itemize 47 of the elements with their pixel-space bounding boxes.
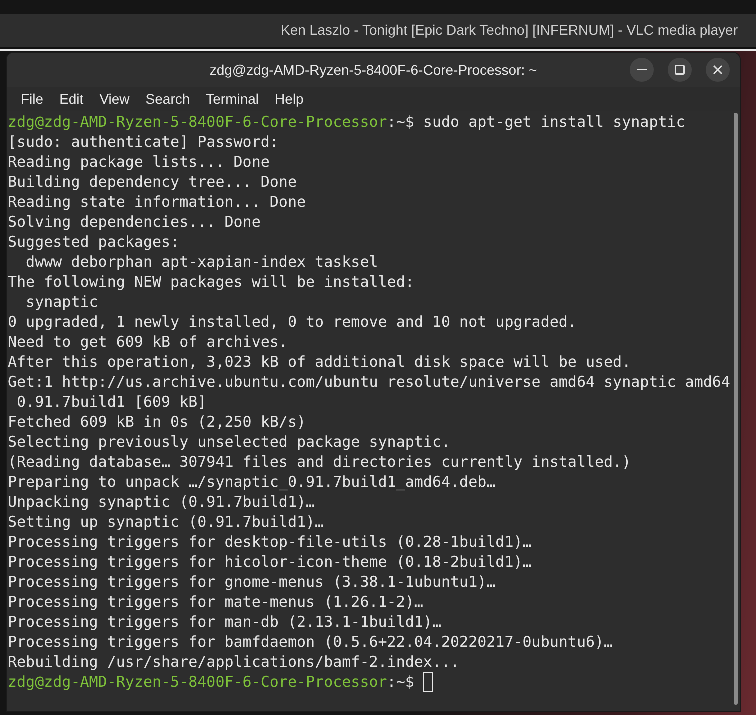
output-line: Reading state information... Done bbox=[8, 192, 306, 212]
output-line: 0 upgraded, 1 newly installed, 0 to remove and 10 not upgraded. bbox=[8, 312, 577, 332]
output-line: Selecting previously unselected package synaptic. bbox=[8, 432, 451, 452]
output-line: dwww deborphan apt-xapian-index tasksel bbox=[25, 252, 378, 272]
output-line: Processing triggers for man-db (2.13.1-1build1)… bbox=[8, 612, 442, 632]
menu-item[interactable]: Help bbox=[267, 88, 312, 110]
command-text: sudo apt-get install synaptic bbox=[422, 112, 686, 132]
output-line: The following NEW packages will be installed: bbox=[8, 272, 414, 292]
close-icon bbox=[713, 65, 723, 75]
prompt-path: :~$ bbox=[387, 112, 414, 132]
output-line: Building dependency tree... Done bbox=[8, 172, 297, 192]
maximize-icon bbox=[675, 65, 685, 75]
window-title: zdg@zdg-AMD-Ryzen-5-8400F-6-Core-Processor: ~ bbox=[210, 60, 538, 80]
output-line: Processing triggers for hicolor-icon-theme (0.18-2build1)… bbox=[8, 552, 532, 572]
minimize-icon bbox=[637, 69, 647, 71]
output-line: After this operation, 3,023 kB of additional disk space will be used. bbox=[8, 352, 632, 372]
output-line: synaptic bbox=[25, 292, 98, 312]
output-line: 0.91.7build1 [609 kB] bbox=[16, 392, 207, 412]
output-line: Processing triggers for mate-menus (1.26.1-2)… bbox=[8, 592, 424, 612]
output-line: Need to get 609 kB of archives. bbox=[8, 332, 288, 352]
minimize-button[interactable] bbox=[630, 58, 654, 82]
output-line: Processing triggers for desktop-file-utils (0.28-1build1)… bbox=[8, 532, 532, 552]
menu-item[interactable]: Search bbox=[138, 88, 198, 110]
scrollbar[interactable] bbox=[734, 113, 738, 705]
output-line: Reading package lists... Done bbox=[8, 152, 270, 172]
menu-item[interactable]: File bbox=[13, 88, 52, 110]
output-line: Processing triggers for bamfdaemon (0.5.6+22.04.20220217-0ubuntu6)… bbox=[8, 632, 614, 652]
output-line: Suggested packages: bbox=[8, 232, 180, 252]
output-line: Rebuilding /usr/share/applications/bamf-2.index... bbox=[8, 652, 460, 672]
menu-item[interactable]: Terminal bbox=[198, 88, 268, 110]
output-line: Solving dependencies... Done bbox=[8, 212, 261, 232]
close-button[interactable] bbox=[706, 58, 730, 82]
prompt-user-host: zdg@zdg-AMD-Ryzen-5-8400F-6-Core-Processor bbox=[8, 112, 388, 132]
output-line: Get:1 http://us.archive.ubuntu.com/ubuntu resolute/universe amd64 synaptic amd64 bbox=[8, 372, 730, 392]
output-line: (Reading database… 307941 files and directories currently installed.) bbox=[8, 452, 632, 472]
menu-item[interactable]: View bbox=[92, 88, 138, 110]
window-title: Ken Laszlo - Tonight [Epic Dark Techno] [INFERNUM] - VLC media player bbox=[280, 21, 738, 40]
prompt-path: :~$ bbox=[387, 672, 414, 692]
output-line: [sudo: authenticate] Password: bbox=[8, 132, 279, 152]
output-line: Preparing to unpack …/synaptic_0.91.7build1_amd64.deb… bbox=[8, 472, 496, 492]
output-line: Setting up synaptic (0.91.7build1)… bbox=[8, 512, 324, 532]
output-line: Processing triggers for gnome-menus (3.38.1-1ubuntu1)… bbox=[8, 572, 496, 592]
maximize-button[interactable] bbox=[668, 58, 692, 82]
prompt-user-host: zdg@zdg-AMD-Ryzen-5-8400F-6-Core-Processor bbox=[8, 672, 388, 692]
output-line: Fetched 609 kB in 0s (2,250 kB/s) bbox=[8, 412, 306, 432]
menu-item[interactable]: Edit bbox=[52, 88, 92, 110]
output-line: Unpacking synaptic (0.91.7build1)… bbox=[8, 492, 316, 512]
